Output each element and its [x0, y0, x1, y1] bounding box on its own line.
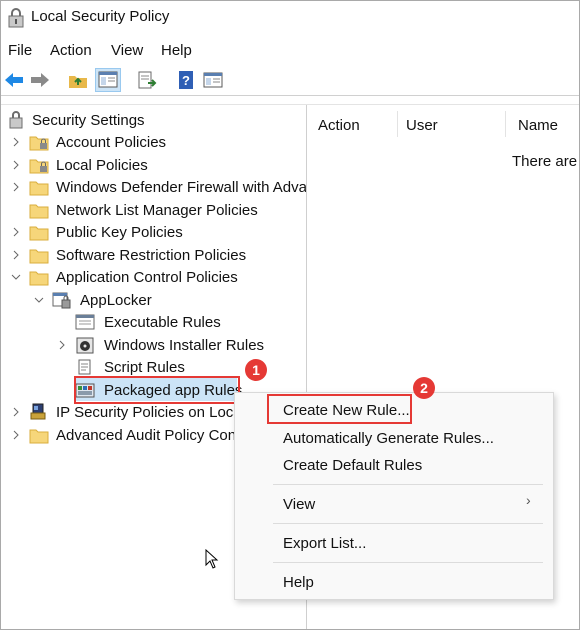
column-header-user[interactable]: User — [406, 117, 438, 134]
window-title: Local Security Policy — [31, 8, 170, 25]
menu-view[interactable]: View — [111, 42, 143, 59]
local-security-policy-window: Local Security Policy File Action View H… — [0, 0, 580, 630]
column-header-action[interactable]: Action — [318, 117, 360, 134]
svg-text:?: ? — [182, 73, 190, 88]
script-rules-icon — [78, 359, 91, 375]
step-badge-2: 2 — [413, 377, 435, 399]
folder-lock-icon — [29, 159, 49, 174]
properties-icon[interactable] — [202, 70, 224, 90]
menu-separator — [273, 523, 543, 524]
folder-icon — [29, 249, 49, 264]
chevron-right-icon[interactable] — [11, 250, 21, 260]
chevron-right-icon[interactable] — [57, 340, 67, 350]
menu-item-export-list[interactable]: Export List... — [283, 535, 366, 552]
chevron-right-icon[interactable] — [11, 430, 21, 440]
menu-bar: File Action View Help — [1, 39, 579, 63]
chevron-right-icon[interactable] — [11, 227, 21, 237]
empty-list-message: There are no items to show in this view. — [512, 153, 579, 170]
highlight-box-packaged-app-rules — [74, 376, 240, 404]
chevron-down-icon[interactable] — [11, 272, 21, 282]
step-badge-1: 1 — [245, 359, 267, 381]
folder-icon — [29, 226, 49, 241]
mouse-cursor-icon — [205, 549, 219, 569]
chevron-down-icon[interactable] — [34, 295, 44, 305]
submenu-arrow-icon: › — [526, 492, 531, 508]
chevron-right-icon[interactable] — [11, 160, 21, 170]
installer-rules-icon — [76, 337, 94, 354]
chevron-right-icon[interactable] — [11, 137, 21, 147]
menu-item-create-default-rules[interactable]: Create Default Rules — [283, 457, 422, 474]
ip-security-icon — [30, 403, 46, 420]
menu-action[interactable]: Action — [50, 42, 92, 59]
folder-icon — [29, 429, 49, 444]
executable-rules-icon — [75, 314, 95, 330]
back-arrow-icon[interactable] — [3, 70, 25, 90]
security-policy-icon — [8, 8, 24, 28]
forward-arrow-icon[interactable] — [29, 70, 51, 90]
menu-item-view[interactable]: View — [283, 496, 315, 513]
title-bar: Local Security Policy — [1, 1, 579, 35]
folder-icon — [29, 204, 49, 219]
menu-separator — [273, 484, 543, 485]
folder-icon — [29, 271, 49, 286]
chevron-right-icon[interactable] — [11, 182, 21, 192]
highlight-box-create-new-rule — [267, 394, 412, 424]
folder-icon — [29, 181, 49, 196]
menu-item-help[interactable]: Help — [283, 574, 314, 591]
security-settings-icon — [9, 111, 23, 129]
menu-separator — [273, 562, 543, 563]
export-list-icon[interactable] — [136, 70, 158, 90]
toolbar: ? — [1, 65, 579, 96]
applocker-icon — [52, 292, 71, 309]
column-header-name[interactable]: Name — [518, 117, 558, 134]
chevron-right-icon[interactable] — [11, 407, 21, 417]
menu-help[interactable]: Help — [161, 42, 192, 59]
column-separator[interactable] — [397, 111, 398, 137]
menu-file[interactable]: File — [8, 42, 32, 59]
show-hide-tree-icon[interactable] — [95, 68, 121, 92]
menu-item-auto-generate-rules[interactable]: Automatically Generate Rules... — [283, 430, 494, 447]
column-separator[interactable] — [505, 111, 506, 137]
folder-lock-icon — [29, 136, 49, 151]
up-folder-icon[interactable] — [67, 70, 89, 90]
help-icon[interactable]: ? — [175, 70, 197, 90]
